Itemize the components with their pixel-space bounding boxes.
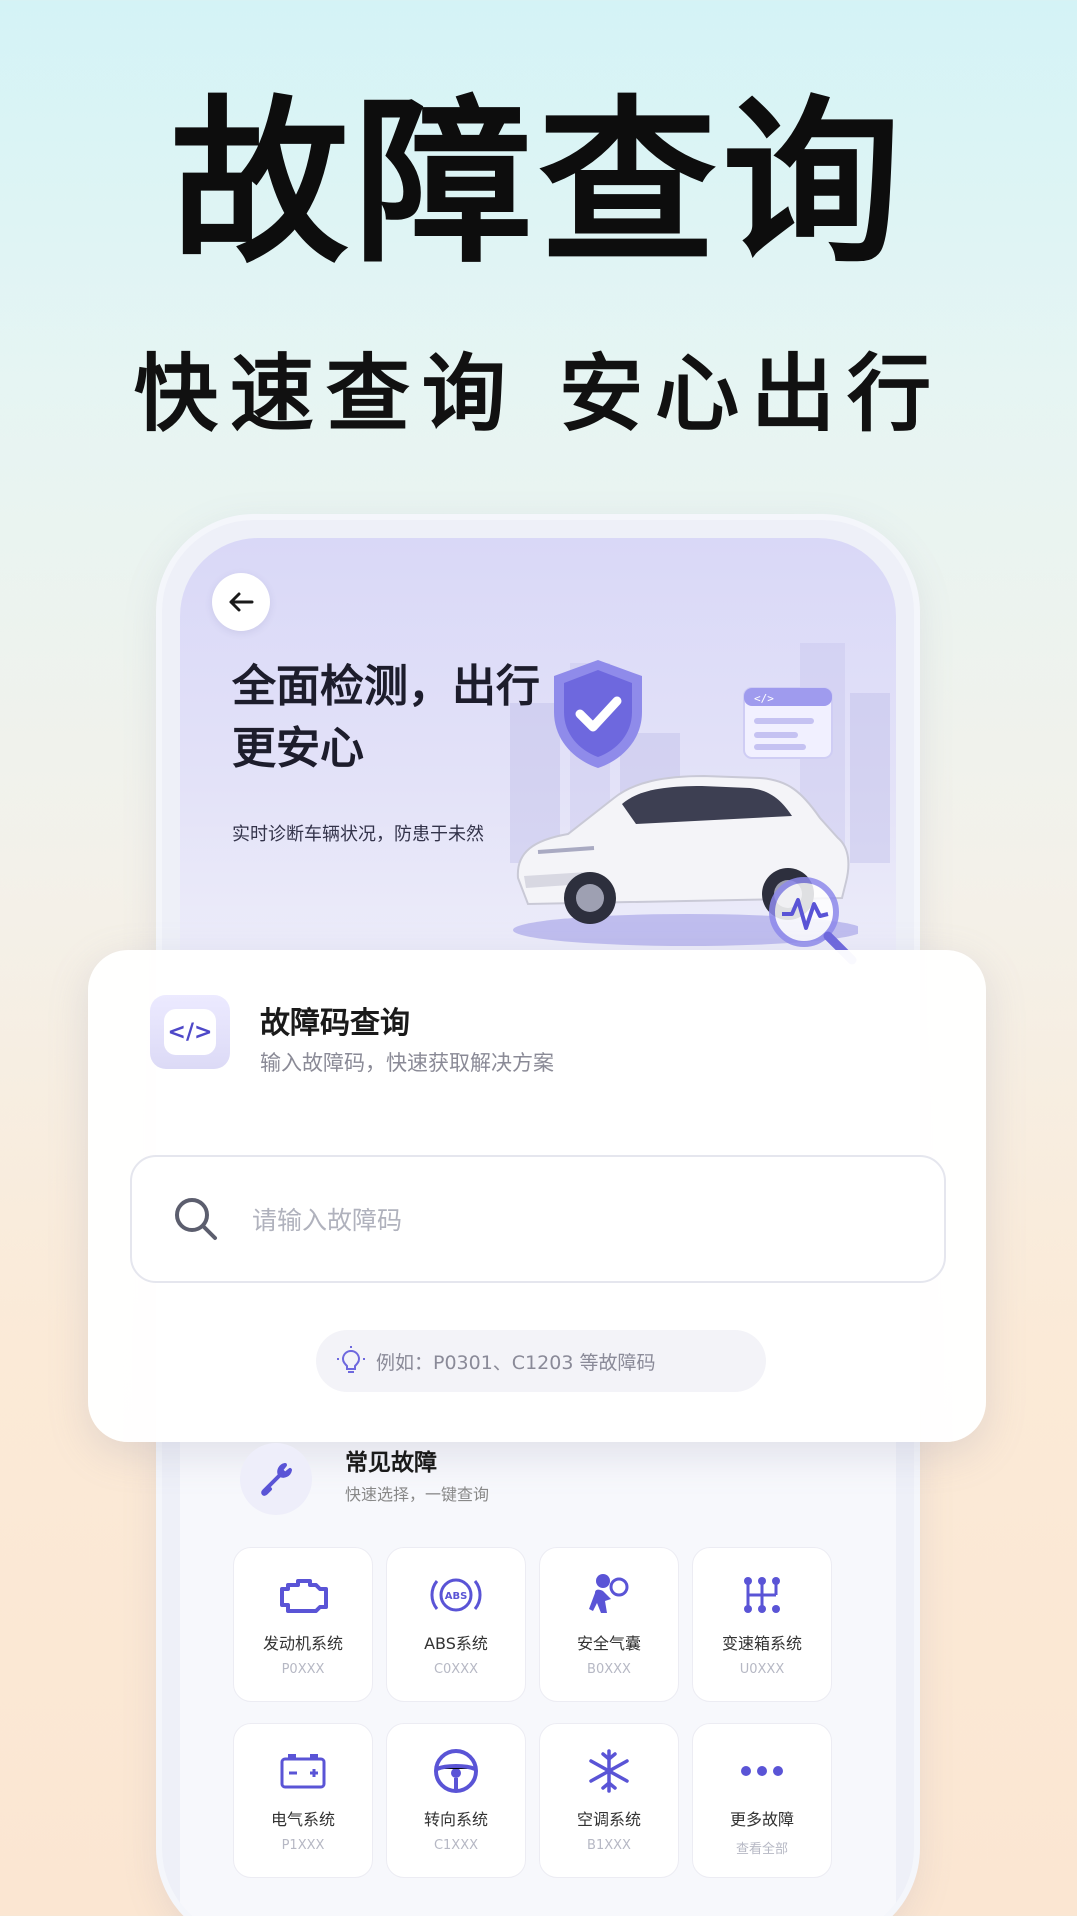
fault-tile-more[interactable]: 更多故障 查看全部 (692, 1723, 832, 1878)
abs-icon: ABS (430, 1578, 482, 1612)
wrench-icon (261, 1463, 292, 1496)
steering-wheel-icon (434, 1749, 478, 1793)
common-faults-title: 常见故障 (345, 1450, 437, 1476)
search-box[interactable] (130, 1155, 946, 1283)
arrow-left-icon (229, 592, 254, 612)
tile-label: 更多故障 (729, 1810, 794, 1829)
tile-code: 查看全部 (735, 1842, 788, 1857)
search-icon (175, 1198, 217, 1240)
engine-icon (280, 1579, 328, 1613)
fault-tile-gearbox[interactable]: 变速箱系统 U0XXX (692, 1547, 832, 1702)
airbag-icon (589, 1574, 629, 1613)
hint-text: 例如：P0301、C1203 等故障码 (376, 1351, 656, 1374)
code-icon: </> (164, 1009, 216, 1055)
fault-tile-airbag[interactable]: 安全气囊 B0XXX (539, 1547, 679, 1702)
tile-label: 电气系统 (270, 1810, 335, 1829)
tile-code: U0XXX (739, 1662, 785, 1677)
fault-tile-steering[interactable]: 转向系统 C1XXX (386, 1723, 526, 1878)
more-dots-icon (741, 1766, 783, 1776)
example-hint: 例如：P0301、C1203 等故障码 (316, 1330, 766, 1392)
fault-code-input[interactable] (252, 1197, 892, 1243)
query-card-subtitle: 输入故障码，快速获取解决方案 (260, 1051, 554, 1075)
tile-label: 安全气囊 (576, 1634, 641, 1653)
subhead: 快速查询 安心出行 (133, 345, 944, 443)
tile-label: 变速箱系统 (721, 1634, 802, 1653)
snowflake-icon (589, 1749, 629, 1793)
headline: 故障查询 (170, 80, 907, 287)
common-faults-subtitle: 快速选择，一键查询 (345, 1485, 490, 1504)
fault-tile-engine[interactable]: 发动机系统 P0XXX (233, 1547, 373, 1702)
lightbulb-icon (337, 1346, 365, 1373)
svg-text:</>: </> (754, 692, 774, 705)
query-card-title: 故障码查询 (260, 1006, 410, 1041)
tile-code: P0XXX (281, 1662, 325, 1677)
fault-tile-abs[interactable]: ABS ABS系统 C0XXX (386, 1547, 526, 1702)
tile-code: C1XXX (433, 1838, 479, 1853)
back-button[interactable] (212, 573, 270, 631)
tile-label: 空调系统 (576, 1810, 641, 1829)
tile-code: B0XXX (587, 1662, 631, 1677)
fault-tile-electrical[interactable]: 电气系统 P1XXX (233, 1723, 373, 1878)
tile-code: P1XXX (281, 1838, 325, 1853)
tile-label: ABS系统 (424, 1634, 488, 1653)
fault-code-query-card: </> 故障码查询 输入故障码，快速获取解决方案 例如：P0301、C1203 … (88, 950, 986, 1442)
tile-label: 转向系统 (423, 1810, 488, 1829)
code-icon-badge: </> (150, 995, 230, 1069)
hero-banner: 全面检测，出行更安心 实时诊断车辆状况，防患于未然 </> (180, 538, 896, 983)
fault-tile-ac[interactable]: 空调系统 B1XXX (539, 1723, 679, 1878)
battery-icon (280, 1754, 326, 1789)
gearbox-icon (744, 1577, 780, 1613)
tile-code: C0XXX (433, 1662, 479, 1677)
tile-label: 发动机系统 (262, 1634, 343, 1653)
svg-text:ABS: ABS (445, 1591, 468, 1602)
tile-code: B1XXX (587, 1838, 631, 1853)
hero-subtitle: 实时诊断车辆状况，防患于未然 (232, 824, 484, 845)
common-faults-badge (240, 1443, 312, 1515)
